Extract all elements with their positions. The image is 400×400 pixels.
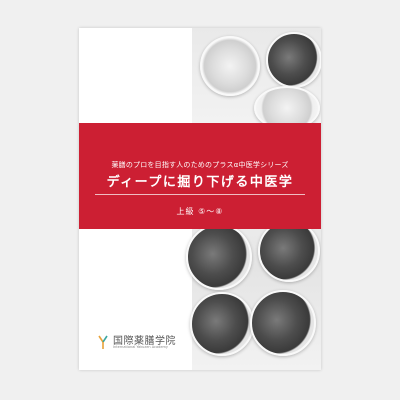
bowl-seeds <box>266 32 321 88</box>
bowl-dried-fruit <box>186 224 252 290</box>
academy-logo-icon <box>98 335 108 349</box>
volume-label: 上級 ⑤〜⑧ <box>176 207 224 216</box>
book-cover: 薬膳のプロを目指す人のためのプラスα中医学シリーズ ディープに掘り下げる中医学 … <box>79 28 321 370</box>
bowl-roots <box>250 290 316 356</box>
series-subtitle: 薬膳のプロを目指す人のためのプラスα中医学シリーズ <box>111 161 289 169</box>
publisher-logo: 国際薬膳学院 International Yakuzen Academy <box>97 332 217 354</box>
bowl-dates <box>258 220 320 282</box>
bowl-nuts <box>200 36 260 96</box>
title-divider <box>95 194 305 195</box>
book-title: ディープに掘り下げる中医学 <box>106 175 294 190</box>
publisher-subtitle: International Yakuzen Academy <box>113 345 168 349</box>
